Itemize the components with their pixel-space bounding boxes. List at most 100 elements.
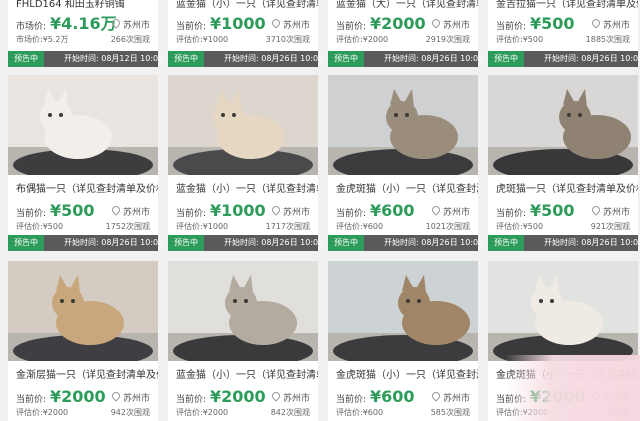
- price-label: 当前价:: [176, 22, 207, 32]
- evaluation-price: 评估价:¥2000: [336, 35, 389, 44]
- location: 苏州市: [270, 204, 310, 218]
- meta-row: 评估价:¥2000 942次围观: [16, 407, 150, 419]
- price-label: 当前价:: [336, 209, 367, 219]
- location-text: 苏州市: [442, 394, 470, 404]
- view-count: 1021次围观: [425, 222, 470, 231]
- location: 苏州市: [110, 17, 150, 31]
- location-pin-icon: [590, 204, 602, 216]
- price-row: 市场价: ¥4.16万 苏州市: [16, 12, 150, 34]
- current-price: ¥1000: [210, 14, 266, 33]
- item-title[interactable]: FHLD164 和田玉籽铜镯: [16, 0, 158, 12]
- location: 苏州市: [430, 204, 470, 218]
- location-text: 苏州市: [122, 21, 150, 31]
- status-bar: 预告中 开始时间: 08月26日 10:00: [488, 51, 640, 67]
- item-title[interactable]: 金虎斑猫（小）一只（详见查封清单及价...: [336, 183, 478, 197]
- cat-photo[interactable]: [488, 75, 638, 175]
- price-row: 当前价: ¥2000 苏州市: [16, 385, 150, 407]
- cat-photo[interactable]: [8, 261, 158, 361]
- meta-row: 评估价:¥600 585次围观: [336, 407, 470, 419]
- item-title[interactable]: 金吉拉猫一只（详见查封清单及价格通知…: [496, 0, 638, 12]
- status-badge: 预告中: [488, 235, 524, 251]
- cat-photo[interactable]: [168, 261, 318, 361]
- auction-card[interactable]: 蓝金猫（小）一只（详见查封清单及价... 当前价: ¥2000 苏州市 评估价:…: [168, 261, 318, 421]
- location-text: 苏州市: [122, 208, 150, 218]
- view-count: 3710次围观: [265, 35, 310, 44]
- cat-photo[interactable]: [328, 261, 478, 361]
- meta-row: 评估价:¥500 1885次围观: [496, 34, 630, 46]
- price-row: 当前价: ¥600 苏州市: [336, 385, 470, 407]
- view-count: 842次围观: [270, 408, 310, 417]
- auction-card[interactable]: 金吉拉猫一只（详见查封清单及价格通知… 当前价: ¥500 苏州市 评估价:¥5…: [488, 0, 640, 67]
- item-title[interactable]: 蓝金猫（小）一只（详见查封清单及价格通知…: [176, 0, 318, 12]
- price-row: 当前价: ¥2000 苏州市: [336, 12, 470, 34]
- item-title[interactable]: 蓝金猫（大）一只（详见查封清单及价格通知…: [336, 0, 478, 12]
- meta-row: 评估价:¥500 1752次围观: [16, 221, 150, 233]
- item-title[interactable]: 蓝金猫（小）一只（详见查封清单及价...: [176, 369, 318, 383]
- view-count: 921次围观: [590, 222, 630, 231]
- location-text: 苏州市: [282, 21, 310, 31]
- start-time: 开始时间: 08月26日 10:00: [544, 54, 640, 63]
- location: 苏州市: [590, 17, 630, 31]
- meta-row: 市场价:¥5.2万 266次围观: [16, 34, 150, 46]
- status-badge: 预告中: [8, 235, 44, 251]
- cat-photo[interactable]: [8, 75, 158, 175]
- auction-card[interactable]: 金渐层猫一只（详见查封清单及价格通... 当前价: ¥2000 苏州市 评估价:…: [8, 261, 158, 421]
- auction-card[interactable]: 金虎斑猫（小）一只（详见查封清单及价... 当前价: ¥600 苏州市 评估价:…: [328, 75, 483, 251]
- location-pin-icon: [590, 17, 602, 29]
- view-count: 1717次围观: [265, 222, 310, 231]
- current-price: ¥500: [50, 201, 95, 220]
- location-text: 苏州市: [122, 394, 150, 404]
- status-bar: 预告中 开始时间: 08月26日 10:00: [488, 235, 640, 251]
- current-price: ¥2000: [210, 387, 266, 406]
- auction-card[interactable]: 蓝金猫（大）一只（详见查封清单及价格通知… 当前价: ¥2000 苏州市 评估价…: [328, 0, 483, 67]
- cat-photo[interactable]: [488, 261, 638, 361]
- price-label: 当前价:: [176, 395, 207, 405]
- status-bar: 预告中 开始时间: 08月26日 10:00: [8, 235, 163, 251]
- location-pin-icon: [110, 390, 122, 402]
- blurred-overlay: [505, 355, 640, 421]
- current-price: ¥2000: [370, 14, 426, 33]
- meta-row: 评估价:¥500 921次围观: [496, 221, 630, 233]
- item-title[interactable]: 布偶猫一只（详见查封清单及价格通知...: [16, 183, 158, 197]
- auction-card[interactable]: FHLD164 和田玉籽铜镯 市场价: ¥4.16万 苏州市 市场价:¥5.2万…: [8, 0, 163, 67]
- current-price: ¥500: [530, 201, 575, 220]
- price-row: 当前价: ¥600 苏州市: [336, 199, 470, 221]
- location-text: 苏州市: [442, 21, 470, 31]
- start-time: 开始时间: 08月12日 10:00: [64, 54, 164, 63]
- location-pin-icon: [430, 390, 442, 402]
- start-time: 开始时间: 08月26日 10:00: [384, 238, 484, 247]
- cat-photo[interactable]: [328, 75, 478, 175]
- start-time: 开始时间: 08月26日 10:00: [544, 238, 640, 247]
- auction-card[interactable]: 蓝金猫（小）一只（详见查封清单及价格... 当前价: ¥1000 苏州市 评估价…: [168, 75, 323, 251]
- view-count: 2919次围观: [425, 35, 470, 44]
- item-title[interactable]: 虎斑猫一只（详见查封清单及价格通知...: [496, 183, 638, 197]
- meta-row: 评估价:¥1000 3710次围观: [176, 34, 310, 46]
- item-title[interactable]: 金虎斑猫（小）一只（详见查封清单及价...: [336, 369, 478, 383]
- start-time: 开始时间: 08月26日 10:00: [224, 238, 324, 247]
- price-row: 当前价: ¥2000 苏州市: [176, 385, 310, 407]
- auction-card[interactable]: 布偶猫一只（详见查封清单及价格通知... 当前价: ¥500 苏州市 评估价:¥…: [8, 75, 163, 251]
- location-pin-icon: [270, 204, 282, 216]
- status-bar: 预告中 开始时间: 08月26日 10:00: [328, 51, 483, 67]
- location-text: 苏州市: [602, 21, 630, 31]
- status-badge: 预告中: [488, 51, 524, 67]
- evaluation-price: 评估价:¥500: [496, 35, 544, 44]
- meta-row: 评估价:¥600 1021次围观: [336, 221, 470, 233]
- current-price: ¥2000: [50, 387, 106, 406]
- price-row: 当前价: ¥500 苏州市: [496, 199, 630, 221]
- cat-photo[interactable]: [168, 75, 318, 175]
- price-label: 当前价:: [16, 395, 47, 405]
- location-pin-icon: [270, 390, 282, 402]
- auction-card[interactable]: 蓝金猫（小）一只（详见查封清单及价格通知… 当前价: ¥1000 苏州市 评估价…: [168, 0, 323, 67]
- price-row: 当前价: ¥500 苏州市: [496, 12, 630, 34]
- start-time: 开始时间: 08月26日 10:00: [384, 54, 484, 63]
- current-price: ¥600: [370, 387, 415, 406]
- current-price: ¥1000: [210, 201, 266, 220]
- auction-card[interactable]: 金虎斑猫（小）一只（详见查封清单及价... 当前价: ¥600 苏州市 评估价:…: [328, 261, 478, 421]
- location: 苏州市: [590, 204, 630, 218]
- location-pin-icon: [270, 17, 282, 29]
- item-title[interactable]: 蓝金猫（小）一只（详见查封清单及价格...: [176, 183, 318, 197]
- auction-card[interactable]: 虎斑猫一只（详见查封清单及价格通知... 当前价: ¥500 苏州市 评估价:¥…: [488, 75, 640, 251]
- evaluation-price: 评估价:¥500: [16, 222, 64, 231]
- item-title[interactable]: 金渐层猫一只（详见查封清单及价格通...: [16, 369, 158, 383]
